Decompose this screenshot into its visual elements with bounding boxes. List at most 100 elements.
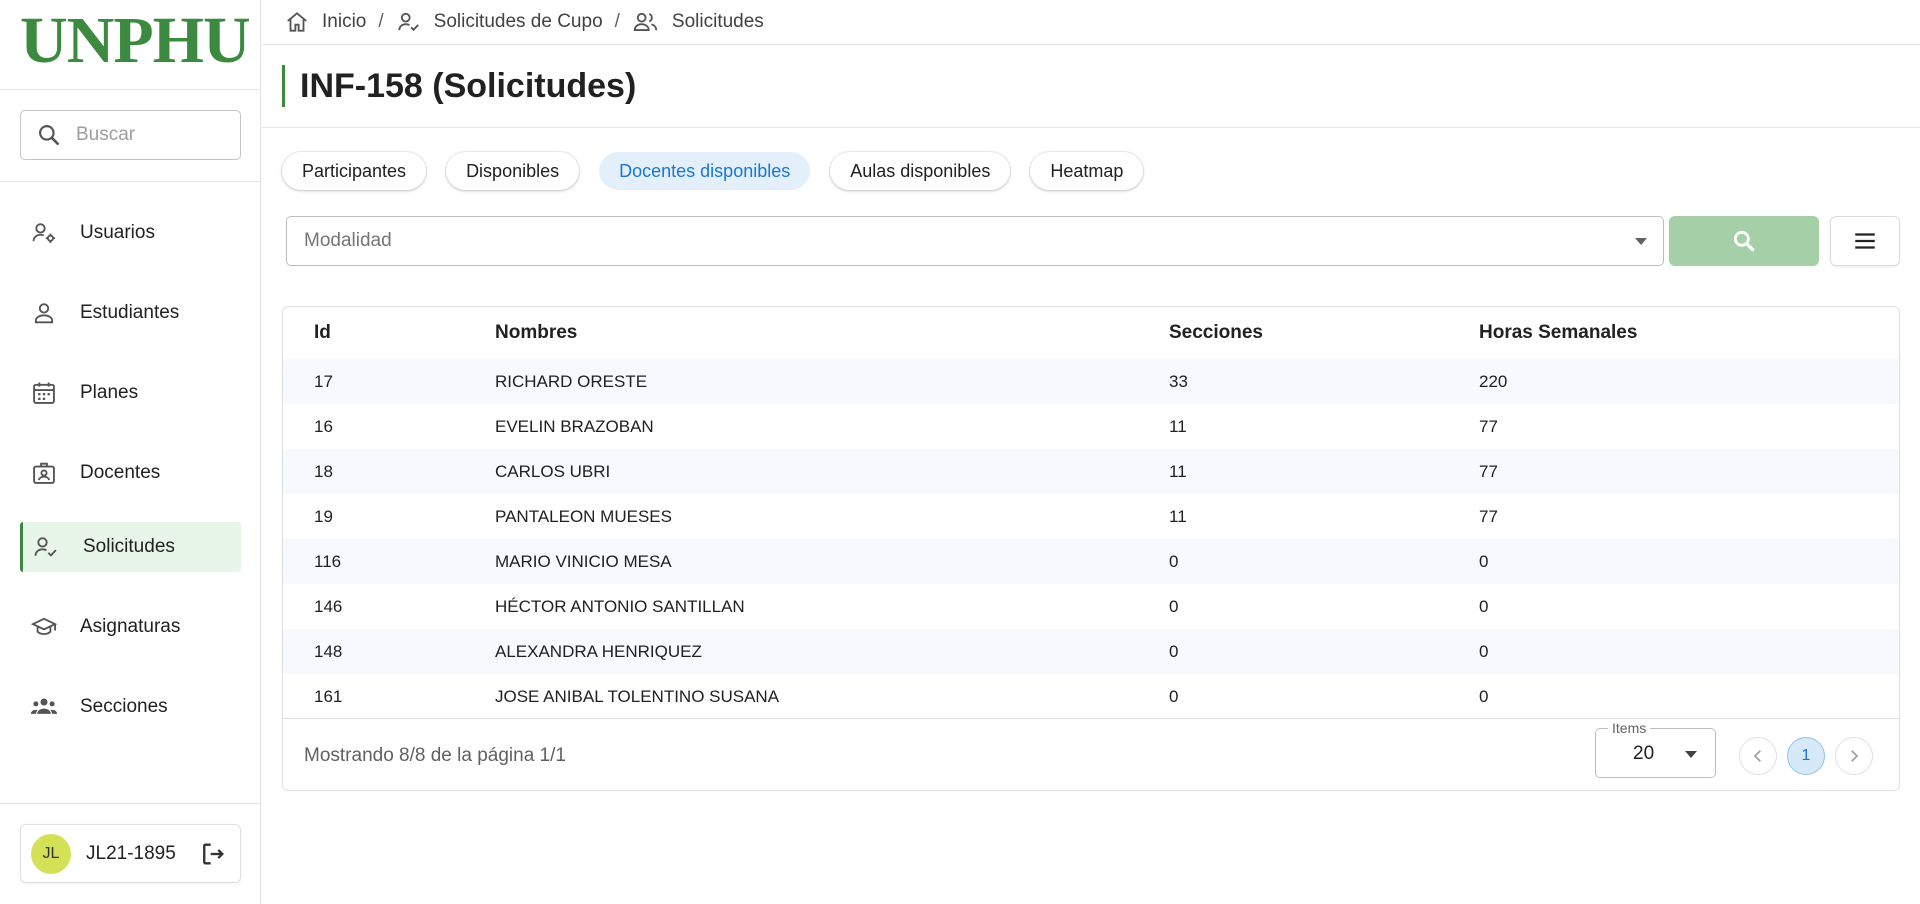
cell-secciones: 11 <box>1169 506 1187 526</box>
modalidad-select[interactable]: Modalidad <box>286 216 1664 266</box>
filter-row: Modalidad <box>286 216 1900 266</box>
tab-participantes[interactable]: Participantes <box>282 152 427 190</box>
pagination-status: Mostrando 8/8 de la página 1/1 <box>304 744 566 766</box>
table-header-row: Id Nombres Secciones Horas Semanales <box>283 307 1899 359</box>
cell-horas: 220 <box>1479 371 1508 391</box>
cell-secciones: 0 <box>1169 641 1179 661</box>
menu-button[interactable] <box>1830 216 1900 266</box>
avatar: JL <box>31 833 71 874</box>
table-row[interactable]: 146 HÉCTOR ANTONIO SANTILLAN 0 0 <box>283 584 1899 629</box>
main-content: Inicio / Solicitudes de Cupo / Solicitud… <box>262 0 1920 904</box>
user-card[interactable]: JL JL21-1895 <box>20 824 241 883</box>
tab-heatmap[interactable]: Heatmap <box>1030 152 1144 190</box>
data-table: Id Nombres Secciones Horas Semanales 17 … <box>283 307 1899 719</box>
cell-nombres: PANTALEON MUESES <box>495 506 672 526</box>
person-icon <box>28 297 60 329</box>
person-check-icon <box>397 12 419 32</box>
items-label: Items <box>1608 720 1651 736</box>
search-button[interactable] <box>1669 216 1819 266</box>
cell-id: 16 <box>314 416 333 436</box>
table-footer: Mostrando 8/8 de la página 1/1 Items 20 … <box>283 718 1899 790</box>
breadcrumb-separator: / <box>378 11 384 32</box>
title-accent <box>282 65 285 107</box>
calendar-icon <box>28 377 60 409</box>
cell-secciones: 0 <box>1169 551 1179 571</box>
sidebar-item-secciones[interactable]: Secciones <box>20 682 241 732</box>
cell-id: 17 <box>314 371 333 391</box>
chevron-right-icon <box>1851 750 1859 762</box>
search-icon <box>39 125 59 145</box>
table-row[interactable]: 161 JOSE ANIBAL TOLENTINO SUSANA 0 0 <box>283 674 1899 719</box>
sidebar-item-label: Asignaturas <box>80 616 181 637</box>
table-row[interactable]: 17 RICHARD ORESTE 33 220 <box>283 359 1899 404</box>
breadcrumb-solicitudes[interactable]: Solicitudes <box>632 9 764 35</box>
sidebar-item-solicitudes[interactable]: Solicitudes <box>20 522 241 572</box>
logout-icon[interactable] <box>198 839 228 869</box>
cell-nombres: HÉCTOR ANTONIO SANTILLAN <box>495 596 745 616</box>
docentes-table: Id Nombres Secciones Horas Semanales 17 … <box>282 306 1900 791</box>
cell-horas: 0 <box>1479 686 1489 706</box>
table-row[interactable]: 16 EVELIN BRAZOBAN 11 77 <box>283 404 1899 449</box>
breadcrumb-solicitudes-de-cupo[interactable]: Solicitudes de Cupo <box>396 9 603 35</box>
sidebar-item-asignaturas[interactable]: Asignaturas <box>20 602 241 652</box>
tabs: Participantes Disponibles Docentes dispo… <box>282 152 1163 190</box>
search-input[interactable] <box>76 124 226 146</box>
column-header-nombres[interactable]: Nombres <box>495 307 1169 359</box>
table-body: 17 RICHARD ORESTE 33 220 16 EVELIN BRAZO… <box>283 359 1899 719</box>
items-per-page-select[interactable]: Items 20 <box>1595 720 1716 778</box>
column-header-secciones[interactable]: Secciones <box>1169 307 1479 359</box>
id-badge-icon <box>28 457 60 489</box>
cell-id: 19 <box>314 506 333 526</box>
unphu-logo[interactable]: UNPHU <box>20 4 251 78</box>
sidebar-item-label: Solicitudes <box>83 536 175 557</box>
graduation-cap-icon <box>28 611 60 643</box>
cell-id: 146 <box>314 596 343 616</box>
cell-nombres: EVELIN BRAZOBAN <box>495 416 654 436</box>
person-check-icon <box>30 531 62 563</box>
caret-down-icon <box>1635 238 1647 245</box>
next-page-button[interactable] <box>1835 737 1873 775</box>
sidebar-item-label: Planes <box>80 382 139 403</box>
table-row[interactable]: 19 PANTALEON MUESES 11 77 <box>283 494 1899 539</box>
sidebar-item-planes[interactable]: Planes <box>20 368 241 418</box>
user-settings-icon <box>28 217 60 249</box>
sidebar-item-label: Usuarios <box>80 222 155 243</box>
cell-secciones: 0 <box>1169 686 1179 706</box>
breadcrumb-separator: / <box>614 11 620 32</box>
cell-id: 161 <box>314 686 343 706</box>
sidebar-item-usuarios[interactable]: Usuarios <box>20 208 241 258</box>
tab-aulas-disponibles[interactable]: Aulas disponibles <box>830 152 1011 190</box>
table-row[interactable]: 18 CARLOS UBRI 11 77 <box>283 449 1899 494</box>
sidebar-item-label: Secciones <box>80 696 168 717</box>
column-header-horas-semanales[interactable]: Horas Semanales <box>1479 307 1899 359</box>
cell-horas: 77 <box>1479 416 1498 436</box>
logo-area: UNPHU <box>0 0 260 90</box>
sidebar-item-label: Estudiantes <box>80 302 180 323</box>
sidebar-item-label: Docentes <box>80 462 161 483</box>
cell-nombres: ALEXANDRA HENRIQUEZ <box>495 641 702 661</box>
modalidad-placeholder: Modalidad <box>304 230 392 251</box>
tab-docentes-disponibles[interactable]: Docentes disponibles <box>599 152 811 190</box>
people-icon <box>633 12 658 31</box>
sidebar-search[interactable] <box>20 110 241 160</box>
sidebar-item-estudiantes[interactable]: Estudiantes <box>20 288 241 338</box>
cell-id: 116 <box>314 551 342 571</box>
tab-disponibles[interactable]: Disponibles <box>446 152 580 190</box>
cell-horas: 77 <box>1479 461 1498 481</box>
prev-page-button[interactable] <box>1739 737 1777 775</box>
user-name: JL21-1895 <box>86 842 176 864</box>
cell-nombres: JOSE ANIBAL TOLENTINO SUSANA <box>495 686 780 706</box>
column-header-id[interactable]: Id <box>283 307 495 359</box>
table-row[interactable]: 116 MARIO VINICIO MESA 0 0 <box>283 539 1899 584</box>
table-row[interactable]: 148 ALEXANDRA HENRIQUEZ 0 0 <box>283 629 1899 674</box>
page-button-1[interactable]: 1 <box>1787 737 1825 775</box>
caret-down-icon <box>1685 751 1697 758</box>
group-icon <box>28 691 60 723</box>
breadcrumb-inicio[interactable]: Inicio <box>284 9 366 35</box>
cell-horas: 0 <box>1479 641 1489 661</box>
cell-nombres: CARLOS UBRI <box>495 461 611 481</box>
cell-horas: 0 <box>1479 596 1489 616</box>
sidebar-item-docentes[interactable]: Docentes <box>20 448 241 498</box>
home-icon <box>287 12 307 32</box>
breadcrumb: Inicio / Solicitudes de Cupo / Solicitud… <box>262 0 1920 45</box>
